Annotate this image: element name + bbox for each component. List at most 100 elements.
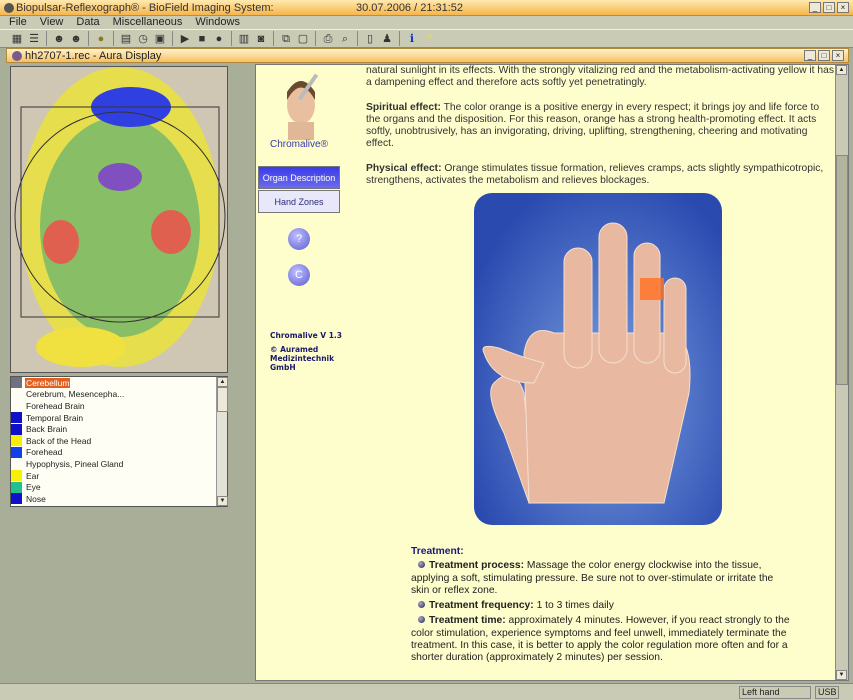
window-minimize-button[interactable]: _: [804, 50, 816, 61]
nav-column: Chromalive® Organ Description Hand Zones…: [256, 65, 353, 680]
color-swatch: [11, 400, 22, 411]
status-connection: USB: [815, 686, 839, 699]
bullet-icon: [418, 601, 425, 609]
menu-file[interactable]: File: [9, 16, 27, 29]
color-swatch: [11, 458, 22, 469]
record-icon[interactable]: ●: [212, 32, 226, 46]
camera-icon[interactable]: ◙: [254, 32, 268, 46]
organ-list-item[interactable]: Eye: [11, 481, 227, 493]
organ-label: Forehead: [26, 447, 63, 458]
color-swatch: [11, 435, 22, 447]
color-swatch: [11, 446, 22, 458]
app-title-bar: Biopulsar-Reflexograph® - BioField Imagi…: [0, 0, 853, 16]
copyright-button[interactable]: C: [288, 264, 310, 286]
face-alt-icon[interactable]: ☻: [69, 32, 83, 46]
item-label: Treatment process:: [429, 560, 524, 572]
copy-icon[interactable]: ⧉: [279, 32, 293, 46]
window-title: hh2707-1.rec - Aura Display: [25, 49, 162, 62]
minimize-button[interactable]: _: [809, 2, 821, 13]
description-text: natural sunlight in its effects. With th…: [366, 65, 836, 199]
organ-label: Forehead Brain: [26, 400, 85, 411]
organ-list-item[interactable]: Nose: [11, 493, 227, 505]
color-swatch: [11, 377, 22, 389]
chromalive-face-image: [287, 73, 319, 140]
hand-zones-button[interactable]: Hand Zones: [258, 190, 340, 213]
play-icon[interactable]: ▶: [178, 32, 192, 46]
organ-list-item[interactable]: Ear: [11, 470, 227, 482]
organ-list-item[interactable]: Hypophysis, Pineal Gland: [11, 458, 227, 470]
list-scrollbar[interactable]: ▲ ▼: [216, 377, 228, 506]
info-icon[interactable]: ℹ: [405, 32, 419, 46]
treatment-section: Treatment: Treatment process: Massage th…: [411, 546, 791, 668]
scroll-thumb[interactable]: [217, 387, 228, 412]
status-bar: Left hand USB: [0, 683, 853, 700]
record-icon: [12, 50, 22, 61]
item-text: 1 to 3 times daily: [533, 600, 614, 612]
physical-paragraph: Physical effect: Orange stimulates tissu…: [366, 163, 836, 188]
color-swatch: [11, 423, 22, 435]
help-icon[interactable]: ?: [422, 32, 436, 46]
organ-label: Back of the Head: [26, 435, 92, 446]
face-icon[interactable]: ☻: [52, 32, 66, 46]
organ-description-button[interactable]: Organ Description: [258, 166, 340, 189]
window-maximize-button[interactable]: □: [818, 50, 830, 61]
close-button[interactable]: ×: [837, 2, 849, 13]
organ-list-item[interactable]: Cerebrum, Mesencepha...: [11, 389, 227, 401]
version-label: Chromalive V 1.3: [270, 331, 343, 340]
organ-list-item[interactable]: Cerebellum: [11, 377, 227, 389]
status-hand: Left hand: [739, 686, 811, 699]
paste-icon[interactable]: ▢: [296, 32, 310, 46]
datetime: 30.07.2006 / 21:31:52: [356, 2, 464, 14]
spiritual-label: Spiritual effect:: [366, 101, 441, 113]
aura-display-title-bar: hh2707-1.rec - Aura Display _ □ ×: [6, 48, 849, 63]
organ-list-item[interactable]: Back Brain: [11, 423, 227, 435]
hand-zone-image: [474, 193, 722, 525]
company-label: © Auramed Medizintechnik GmbH: [270, 345, 335, 372]
organ-list-item[interactable]: Temporal Brain: [11, 412, 227, 424]
aura-image: [10, 66, 228, 373]
toolbar: ▦ ☰ ☻ ☻ ● ▤ ◷ ▣ ▶ ■ ● ▥ ◙ ⧉ ▢ ⎙ ⌕ ▯ ♟ ℹ?: [0, 29, 853, 48]
grid-icon[interactable]: ▦: [10, 32, 24, 46]
preview-icon[interactable]: ⌕: [338, 32, 352, 46]
treatment-heading: Treatment:: [411, 546, 464, 557]
menu-bar: File View Data Miscellaneous Windows: [0, 16, 853, 29]
content-scroll-thumb[interactable]: [836, 155, 848, 385]
help-button[interactable]: ?: [288, 228, 310, 250]
menu-windows[interactable]: Windows: [195, 16, 240, 29]
item-label: Treatment time:: [429, 615, 506, 627]
organ-label: Ear: [26, 470, 40, 481]
menu-view[interactable]: View: [40, 16, 64, 29]
gauge-icon[interactable]: ◷: [136, 32, 150, 46]
treatment-item: Treatment time: approximately 4 minutes.…: [411, 615, 791, 664]
organ-list[interactable]: ▲ ▼ Cerebellum Cerebrum, Mesencepha... Fore…: [10, 376, 228, 507]
list-icon[interactable]: ☰: [27, 32, 41, 46]
aura-icon[interactable]: ●: [94, 32, 108, 46]
color-swatch: [11, 481, 22, 493]
treatment-item: Treatment process: Massage the color ene…: [411, 560, 791, 597]
organ-description-panel: Chromalive® Organ Description Hand Zones…: [255, 64, 849, 681]
window-close-button[interactable]: ×: [832, 50, 844, 61]
save-icon[interactable]: ▣: [153, 32, 167, 46]
chromalive-logo: Chromalive®: [270, 139, 328, 150]
person-icon[interactable]: ♟: [380, 32, 394, 46]
stats-icon[interactable]: ▥: [237, 32, 251, 46]
scroll-down-button[interactable]: ▼: [217, 496, 228, 506]
maximize-button[interactable]: □: [823, 2, 835, 13]
organ-label: Eye: [26, 482, 41, 493]
content-scroll-down[interactable]: ▼: [836, 670, 847, 680]
scroll-up-button[interactable]: ▲: [217, 377, 228, 387]
bullet-icon: [418, 616, 425, 624]
menu-miscellaneous[interactable]: Miscellaneous: [113, 16, 183, 29]
content-scrollbar[interactable]: ▲ ▼: [835, 65, 848, 680]
document-icon[interactable]: ▯: [363, 32, 377, 46]
physical-label: Physical effect:: [366, 162, 442, 174]
menu-data[interactable]: Data: [76, 16, 99, 29]
print-icon[interactable]: ⎙: [321, 32, 335, 46]
organ-list-item[interactable]: Forehead Brain: [11, 400, 227, 412]
organ-list-item[interactable]: Back of the Head: [11, 435, 227, 447]
stop-icon[interactable]: ■: [195, 32, 209, 46]
organ-label: Back Brain: [26, 424, 68, 435]
organ-list-item[interactable]: Forehead: [11, 446, 227, 459]
content-scroll-up[interactable]: ▲: [836, 65, 847, 75]
chart-icon[interactable]: ▤: [119, 32, 133, 46]
